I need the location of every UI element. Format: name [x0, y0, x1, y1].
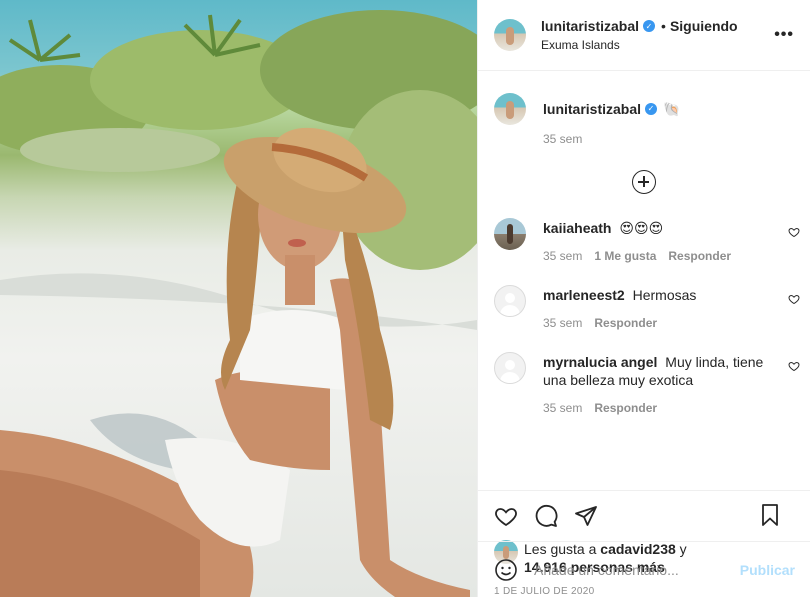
caption-username[interactable]: lunitaristizabal [543, 100, 641, 118]
more-options-icon[interactable]: ••• [774, 26, 794, 44]
comment-avatar[interactable] [494, 352, 526, 384]
share-paper-plane-icon[interactable] [574, 504, 598, 528]
post-actions [478, 490, 810, 540]
comment-body: marleneest2 Hermosas 35 sem Responder [543, 285, 794, 330]
comment-likes[interactable]: 1 Me gusta [594, 249, 656, 263]
reply-button[interactable]: Responder [594, 316, 657, 330]
comment-item: myrnalucia angel Muy linda, tiene una be… [494, 352, 800, 415]
comment-avatar[interactable] [494, 218, 526, 250]
comment-meta: 35 sem Responder [543, 316, 774, 330]
comment-text: kaiiaheath 😍😍😍 [543, 219, 774, 237]
comment-username[interactable]: myrnalucia angel [543, 354, 657, 370]
location-link[interactable]: Exuma Islands [541, 38, 738, 52]
reply-button[interactable]: Responder [594, 401, 657, 415]
comment-item: marleneest2 Hermosas 35 sem Responder [494, 285, 800, 330]
publish-button[interactable]: Publicar [740, 562, 795, 578]
caption-time[interactable]: 35 sem [543, 132, 582, 146]
post-side-panel: lunitaristizabal ✓ • Siguiendo Exuma Isl… [477, 0, 810, 597]
comment-text: marleneest2 Hermosas [543, 286, 774, 304]
comment-time[interactable]: 35 sem [543, 316, 582, 330]
post-photo[interactable] [0, 0, 477, 597]
author-info: lunitaristizabal ✓ • Siguiendo Exuma Isl… [541, 18, 738, 52]
load-more-comments [494, 170, 794, 194]
reply-button[interactable]: Responder [668, 249, 731, 263]
comments-section: lunitaristizabal ✓ 🐚 35 sem kaiiaheath 😍… [478, 71, 810, 490]
plus-circle-icon[interactable] [632, 170, 656, 194]
caption-avatar[interactable] [494, 93, 526, 125]
like-heart-icon[interactable] [494, 504, 518, 528]
verified-badge-icon: ✓ [643, 20, 656, 32]
comment-input[interactable] [534, 561, 740, 578]
like-comment-heart-icon[interactable] [788, 226, 800, 238]
caption-body: lunitaristizabal ✓ 🐚 35 sem [543, 93, 794, 146]
author-username[interactable]: lunitaristizabal [541, 18, 639, 34]
following-button[interactable]: Siguiendo [670, 18, 738, 34]
comment-meta: 35 sem 1 Me gusta Responder [543, 249, 774, 263]
comment-time[interactable]: 35 sem [543, 401, 582, 415]
comment-time[interactable]: 35 sem [543, 249, 582, 263]
verified-badge-icon: ✓ [645, 103, 658, 115]
like-comment-heart-icon[interactable] [788, 293, 800, 305]
beach-photo-illustration [0, 10, 477, 597]
add-comment-bar: Publicar [478, 541, 810, 597]
comment-content: 😍😍😍 [619, 220, 664, 236]
comment-body: kaiiaheath 😍😍😍 35 sem 1 Me gusta Respond… [543, 218, 794, 263]
instagram-post: lunitaristizabal ✓ • Siguiendo Exuma Isl… [0, 0, 810, 597]
caption-text: 🐚 [663, 101, 681, 117]
comment-username[interactable]: kaiiaheath [543, 220, 611, 236]
post-header: lunitaristizabal ✓ • Siguiendo Exuma Isl… [478, 0, 810, 71]
caption-meta: 35 sem [543, 132, 774, 146]
comment-body: myrnalucia angel Muy linda, tiene una be… [543, 352, 794, 415]
like-comment-heart-icon[interactable] [788, 360, 800, 372]
comment-avatar[interactable] [494, 285, 526, 317]
comment-username[interactable]: marleneest2 [543, 287, 625, 303]
caption: lunitaristizabal ✓ 🐚 35 sem [494, 93, 794, 146]
comment-meta: 35 sem Responder [543, 401, 774, 415]
comment-content: Hermosas [632, 287, 697, 303]
bookmark-icon[interactable] [758, 503, 782, 527]
comment-text: myrnalucia angel Muy linda, tiene una be… [543, 353, 774, 389]
comment-item: kaiiaheath 😍😍😍 35 sem 1 Me gusta Respond… [494, 218, 800, 263]
separator-dot: • [661, 18, 666, 34]
caption-text-line: lunitaristizabal ✓ 🐚 [543, 100, 774, 118]
author-line: lunitaristizabal ✓ • Siguiendo [541, 18, 738, 34]
emoji-smiley-icon[interactable] [494, 558, 518, 582]
author-avatar[interactable] [494, 19, 526, 51]
comment-bubble-icon[interactable] [534, 504, 558, 528]
